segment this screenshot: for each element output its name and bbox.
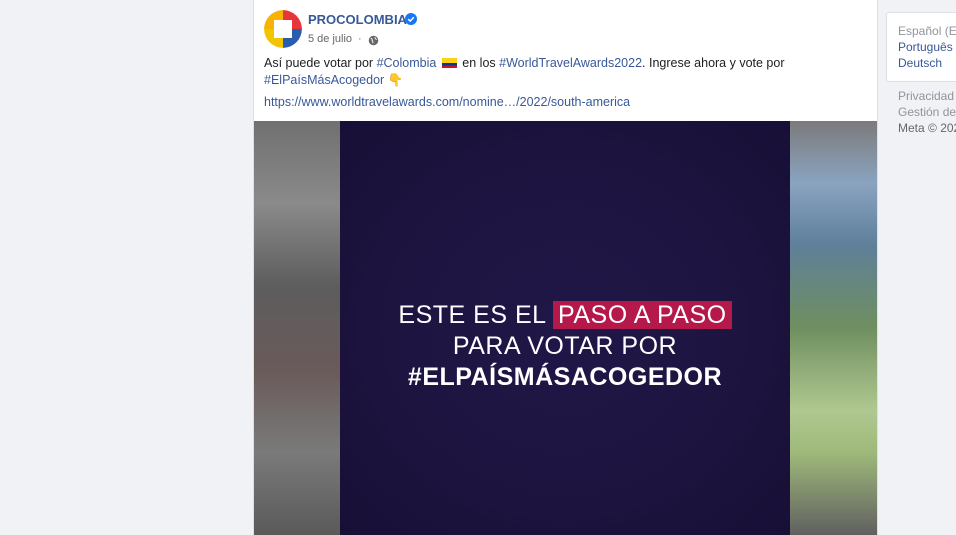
colombia-flag-icon xyxy=(441,58,457,68)
video-blur-right xyxy=(790,121,877,535)
language-link-deutsch[interactable]: Deutsch xyxy=(898,56,942,70)
post-message: Así puede votar por #Colombia en los #Wo… xyxy=(264,55,864,89)
page-name-link[interactable]: PROCOLOMBIA xyxy=(308,12,407,27)
hashtag-wta-link[interactable]: #WorldTravelAwards2022 xyxy=(499,56,642,70)
language-link-portugues[interactable]: Português xyxy=(898,40,953,54)
page-avatar[interactable] xyxy=(264,10,302,48)
video-caption-line2: PARA VOTAR POR xyxy=(452,332,678,360)
message-text: Así puede votar por xyxy=(264,56,377,70)
video-frame[interactable]: ESTE ES EL PASO A PASO PARA VOTAR POR #E… xyxy=(340,121,790,535)
hashtag-pais-link[interactable]: #ElPaísMásAcogedor xyxy=(264,73,384,87)
message-text: . Ingrese ahora y vote por xyxy=(642,56,785,70)
footer-link-privacy[interactable]: Privacidad xyxy=(898,89,954,103)
message-text: en los xyxy=(458,56,500,70)
post-video[interactable]: ESTE ES EL PASO A PASO PARA VOTAR POR #E… xyxy=(254,121,877,535)
pointing-down-emoji: 👇 xyxy=(387,73,404,87)
procolombia-logo-icon xyxy=(264,10,302,48)
current-language: Español (Es xyxy=(898,24,956,38)
facebook-post: PROCOLOMBIA 5 de julio · Así puede votar… xyxy=(253,0,878,535)
video-blur-left xyxy=(254,121,340,535)
verified-badge-icon xyxy=(405,13,417,25)
video-caption-prefix: ESTE ES EL xyxy=(398,301,554,329)
post-header: PROCOLOMBIA 5 de julio · xyxy=(264,10,864,50)
external-link[interactable]: https://www.worldtravelawards.com/nomine… xyxy=(264,95,630,109)
date-separator: · xyxy=(358,33,362,45)
footer-copyright: Meta © 202 xyxy=(898,121,956,135)
language-selector-card: Español (Es Português Deutsch xyxy=(886,12,956,82)
video-caption-hashtag: #ELPAÍSMÁSACOGEDOR xyxy=(407,363,723,391)
globe-icon xyxy=(368,35,379,46)
post-timestamp-link[interactable]: 5 de julio xyxy=(308,33,352,45)
footer-link-gestion[interactable]: Gestión de xyxy=(898,105,956,119)
hashtag-colombia-link[interactable]: #Colombia xyxy=(377,56,437,70)
video-caption-line1: ESTE ES EL PASO A PASO xyxy=(340,301,790,330)
video-caption-highlight: PASO A PASO xyxy=(553,301,732,329)
